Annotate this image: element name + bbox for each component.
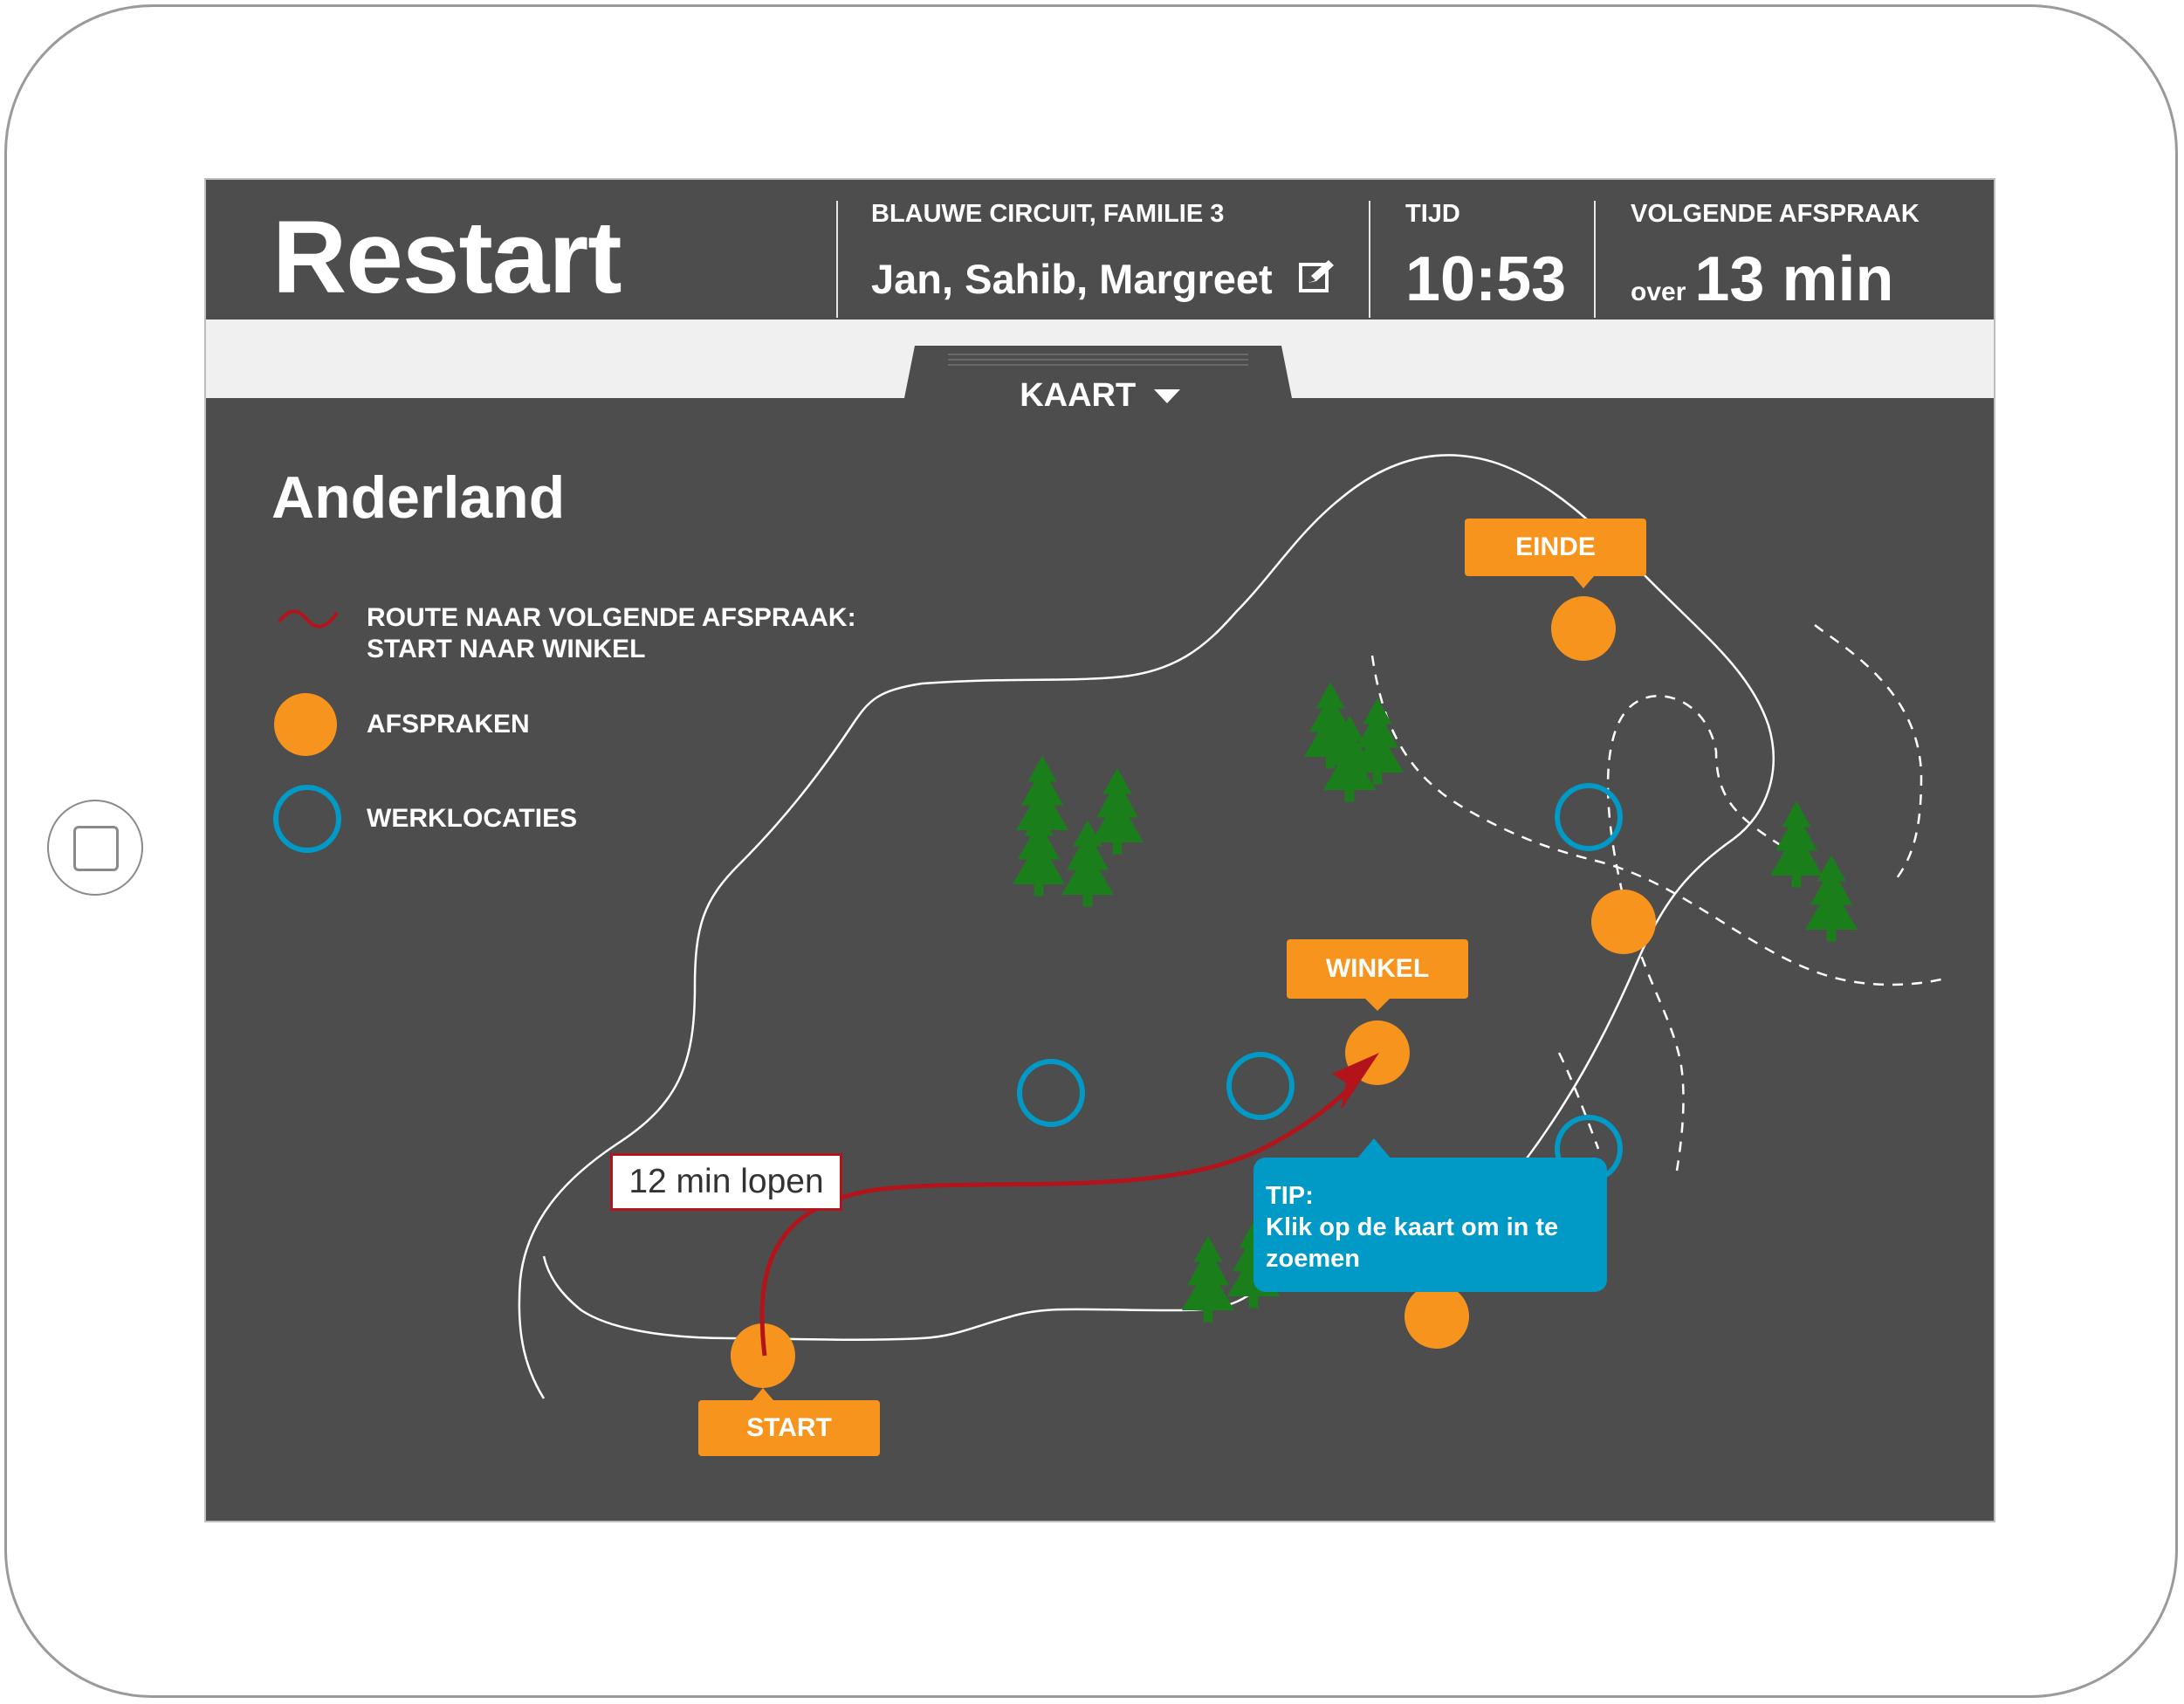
appointment-marker[interactable] [1404, 1284, 1469, 1349]
marker-label-start[interactable]: START [698, 1400, 880, 1456]
marker-label-end[interactable]: EINDE [1465, 519, 1646, 576]
label-pointer [752, 1388, 773, 1400]
route-time-label: 12 min lopen [610, 1153, 842, 1211]
tip-callout[interactable]: TIP: Klik op de kaart om in te zoemen [1253, 1158, 1607, 1292]
dashed-path [1814, 624, 1923, 879]
label-pointer [1573, 576, 1594, 588]
app-screen: Restart BLAUWE CIRCUIT, FAMILIE 3 Jan, S… [204, 178, 1995, 1522]
home-icon [73, 826, 119, 871]
worklocation-marker[interactable] [1226, 1052, 1295, 1120]
worklocation-marker[interactable] [1017, 1059, 1085, 1127]
tree-icon [1182, 1235, 1234, 1323]
marker-label-shop[interactable]: WINKEL [1287, 939, 1468, 999]
appointment-marker[interactable] [1591, 890, 1656, 954]
tip-pointer [1356, 1138, 1391, 1159]
appointment-marker-end[interactable] [1551, 596, 1616, 661]
worklocation-marker[interactable] [1555, 783, 1623, 851]
dashed-path [1370, 655, 1946, 986]
home-button[interactable] [47, 800, 143, 896]
tip-title: TIP: [1266, 1182, 1314, 1210]
label-pointer [1365, 999, 1390, 1011]
map-canvas[interactable] [206, 180, 1995, 1522]
tip-text: Klik op de kaart om in te zoemen [1266, 1213, 1559, 1273]
